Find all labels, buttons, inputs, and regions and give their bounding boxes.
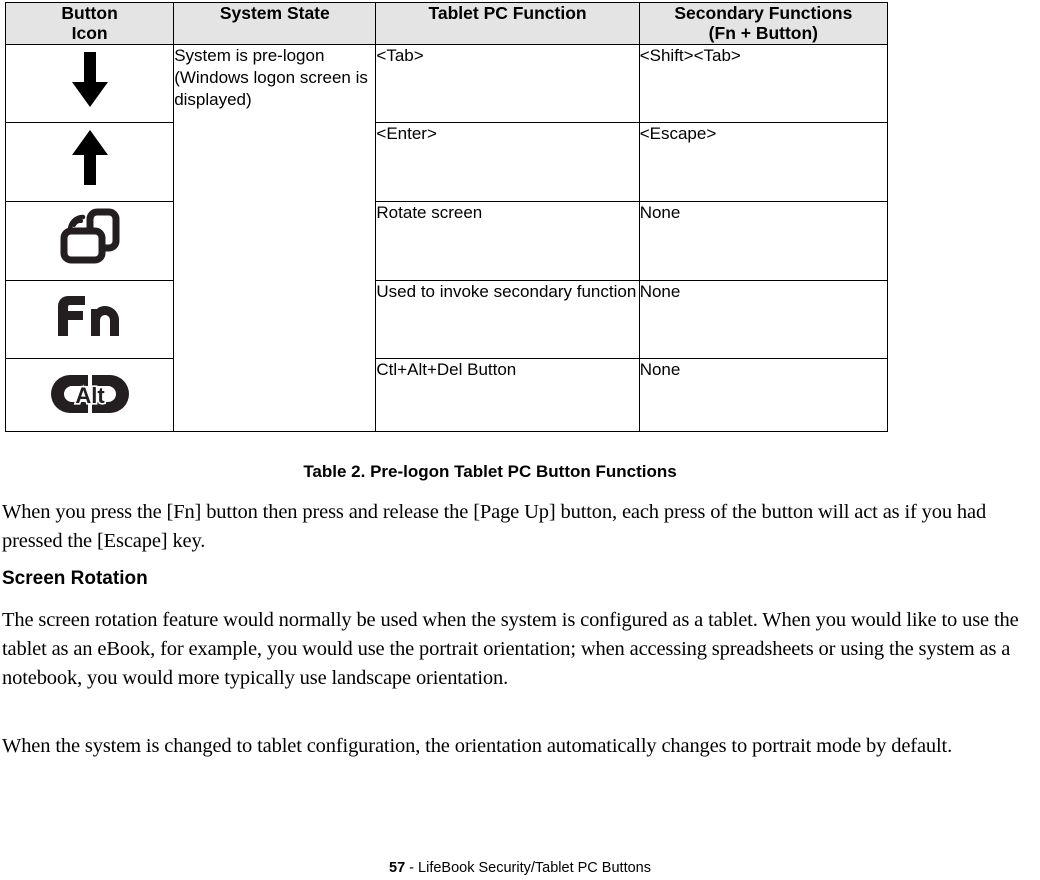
paragraph-fn-page-up: When you press the [Fn] button then pres… [2,501,987,553]
button-icon-cell: Alt [4,357,175,432]
column-header-secondary-functions-line1: Secondary Functions [674,3,853,23]
column-header-tablet-pc-function: Tablet PC Function [375,2,640,45]
button-functions-table-container: Button Icon System State Tablet PC Funct… [4,2,889,432]
table-header-row: Button Icon System State Tablet PC Funct… [4,2,889,45]
column-header-button-icon-line1: Button [61,3,118,23]
column-header-secondary-functions-line2: (Fn + Button) [708,23,819,44]
paragraph-screen-rotation: The screen rotation feature would normal… [2,609,1019,690]
paragraph-tablet-configuration: When the system is changed to tablet con… [2,735,953,757]
tablet-pc-function-cell: <Enter> [375,121,640,202]
table-caption: Table 2. Pre-logon Tablet PC Button Func… [303,462,677,481]
rotate-screen-icon [6,202,173,272]
column-header-button-icon: Button Icon [4,2,175,45]
svg-text:Alt: Alt [75,383,105,408]
footer-page-number: 57 [389,860,406,876]
button-icon-cell [4,279,175,359]
secondary-function-cell: None [638,279,889,359]
column-header-secondary-functions: Secondary Functions (Fn + Button) [638,2,889,45]
table-header: Button Icon System State Tablet PC Funct… [4,2,889,45]
footer-separator: - [405,860,419,876]
section-heading-screen-rotation: Screen Rotation [2,568,148,589]
table-row: Used to invoke secondary function None [4,279,889,359]
secondary-function-cell: <Shift><Tab> [638,43,889,123]
arrow-up-icon [6,123,173,193]
table-row: <Enter> <Escape> [4,121,889,202]
button-icon-cell [4,200,175,281]
button-icon-cell [4,43,175,123]
tablet-pc-function-cell: Used to invoke secondary function [375,279,640,359]
page-footer: 57 - LifeBook Security/Tablet PC Buttons [0,860,1040,876]
table-row: System is pre-logon (Windows logon scree… [4,43,889,432]
column-header-system-state: System State [173,2,377,45]
tablet-pc-function-cell: Ctl+Alt+Del Button [375,357,640,432]
secondary-function-cell: None [638,200,889,281]
tablet-pc-function-cell: <Tab> [375,43,640,123]
table-row: Alt Ctl+Alt+Del Button None [4,357,889,432]
fn-key-icon [6,281,173,351]
arrow-down-icon [6,45,173,115]
button-functions-table: Button Icon System State Tablet PC Funct… [4,2,889,432]
secondary-function-cell: <Escape> [638,121,889,202]
tablet-pc-function-cell: Rotate screen [375,200,640,281]
table-body: System is pre-logon (Windows logon scree… [4,43,889,432]
table-row: Rotate screen None [4,200,889,281]
system-state-cell: System is pre-logon (Windows logon scree… [173,43,377,432]
footer-title: LifeBook Security/Tablet PC Buttons [418,860,651,876]
column-header-system-state-line1: System State [219,3,330,23]
button-icon-cell [4,121,175,202]
alt-key-icon: Alt [6,359,173,429]
column-header-button-icon-line2: Icon [71,23,108,44]
column-header-tablet-pc-function-line1: Tablet PC Function [428,3,587,23]
secondary-function-cell: None [638,357,889,432]
